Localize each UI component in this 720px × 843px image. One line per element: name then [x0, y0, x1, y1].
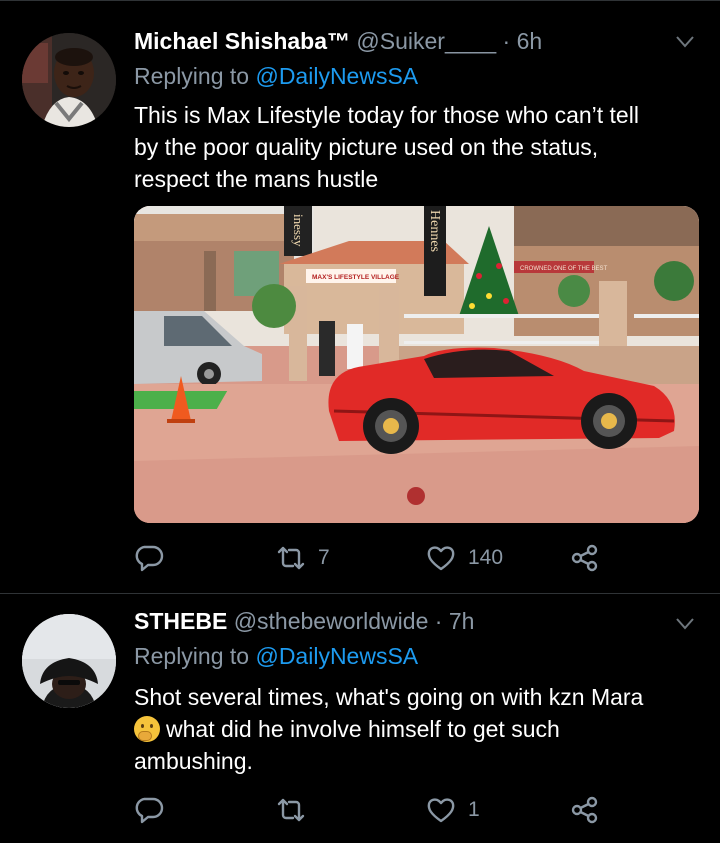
text-line: what did he involve himself to get such [166, 716, 560, 742]
chevron-down-icon[interactable] [676, 618, 694, 630]
separator: · [434, 608, 443, 634]
text-line: ambushing. [134, 748, 253, 774]
like-button[interactable]: 140 [426, 541, 503, 575]
reply-button[interactable] [134, 793, 176, 827]
text-line: Shot several times, what's going on with… [134, 684, 644, 710]
replying-label: Replying to [134, 63, 250, 89]
timestamp[interactable]: 7h [449, 608, 475, 634]
tweet-text: This is Max Lifestyle today for those wh… [134, 99, 704, 195]
thinking-face-icon [134, 716, 160, 742]
village-sign-text: MAX'S LIFESTYLE VILLAGE [312, 274, 400, 281]
retweet-count: 7 [318, 546, 330, 569]
banner-text: CROWNED ONE OF THE BEST [520, 266, 608, 272]
timestamp[interactable]: 6h [517, 28, 543, 54]
replying-label: Replying to [134, 643, 250, 669]
like-button[interactable]: 1 [426, 793, 480, 827]
tweet-1[interactable]: Michael Shishaba™ @Suiker____ · 6h Reply… [0, 0, 720, 593]
like-icon [427, 546, 455, 571]
tweet-2[interactable]: STHEBE @sthebeworldwide · 7h Replying to… [0, 594, 720, 843]
text-line-with-emoji: what did he involve himself to get such [134, 713, 704, 745]
share-icon [571, 544, 598, 572]
retweet-button[interactable]: 7 [276, 541, 330, 575]
banner-text: inessy [291, 214, 306, 247]
mention-link[interactable]: @DailyNewsSA [255, 63, 418, 89]
retweet-button[interactable] [276, 793, 318, 827]
reply-icon [135, 797, 164, 824]
retweet-icon [277, 546, 305, 570]
share-icon [571, 796, 598, 824]
like-count: 1 [468, 798, 480, 821]
handle[interactable]: @sthebeworldwide [234, 608, 429, 634]
display-name[interactable]: STHEBE [134, 608, 227, 634]
chevron-down-icon[interactable] [676, 36, 694, 48]
reply-icon [135, 545, 164, 572]
tweet-header: STHEBE @sthebeworldwide · 7h [134, 608, 474, 638]
replying-to: Replying to @DailyNewsSA [134, 643, 418, 670]
text-line: This is Max Lifestyle today for those wh… [134, 102, 639, 128]
share-button[interactable] [570, 793, 600, 827]
share-button[interactable] [570, 541, 600, 575]
tweet-text: Shot several times, what's going on with… [134, 681, 704, 777]
text-line: respect the mans hustle [134, 166, 379, 192]
handle[interactable]: @Suiker____ [356, 28, 496, 54]
tweet-header: Michael Shishaba™ @Suiker____ · 6h [134, 28, 542, 58]
text-line: by the poor quality picture used on the … [134, 134, 599, 160]
retweet-icon [277, 798, 305, 822]
reply-button[interactable] [134, 541, 176, 575]
banner-text: Hennes [427, 210, 442, 252]
replying-to: Replying to @DailyNewsSA [134, 63, 418, 90]
mention-link[interactable]: @DailyNewsSA [255, 643, 418, 669]
like-icon [427, 798, 455, 823]
display-name[interactable]: Michael Shishaba™ [134, 28, 350, 54]
tweet-actions: 1 [134, 793, 614, 827]
separator: · [502, 28, 511, 54]
tweet-actions: 7 140 [134, 541, 614, 575]
tweet-photo[interactable]: inessy MAX'S LIFESTYLE VILLAGE Hennes CR… [134, 206, 699, 523]
like-count: 140 [468, 546, 504, 569]
avatar[interactable] [22, 614, 116, 708]
avatar[interactable] [22, 33, 116, 127]
